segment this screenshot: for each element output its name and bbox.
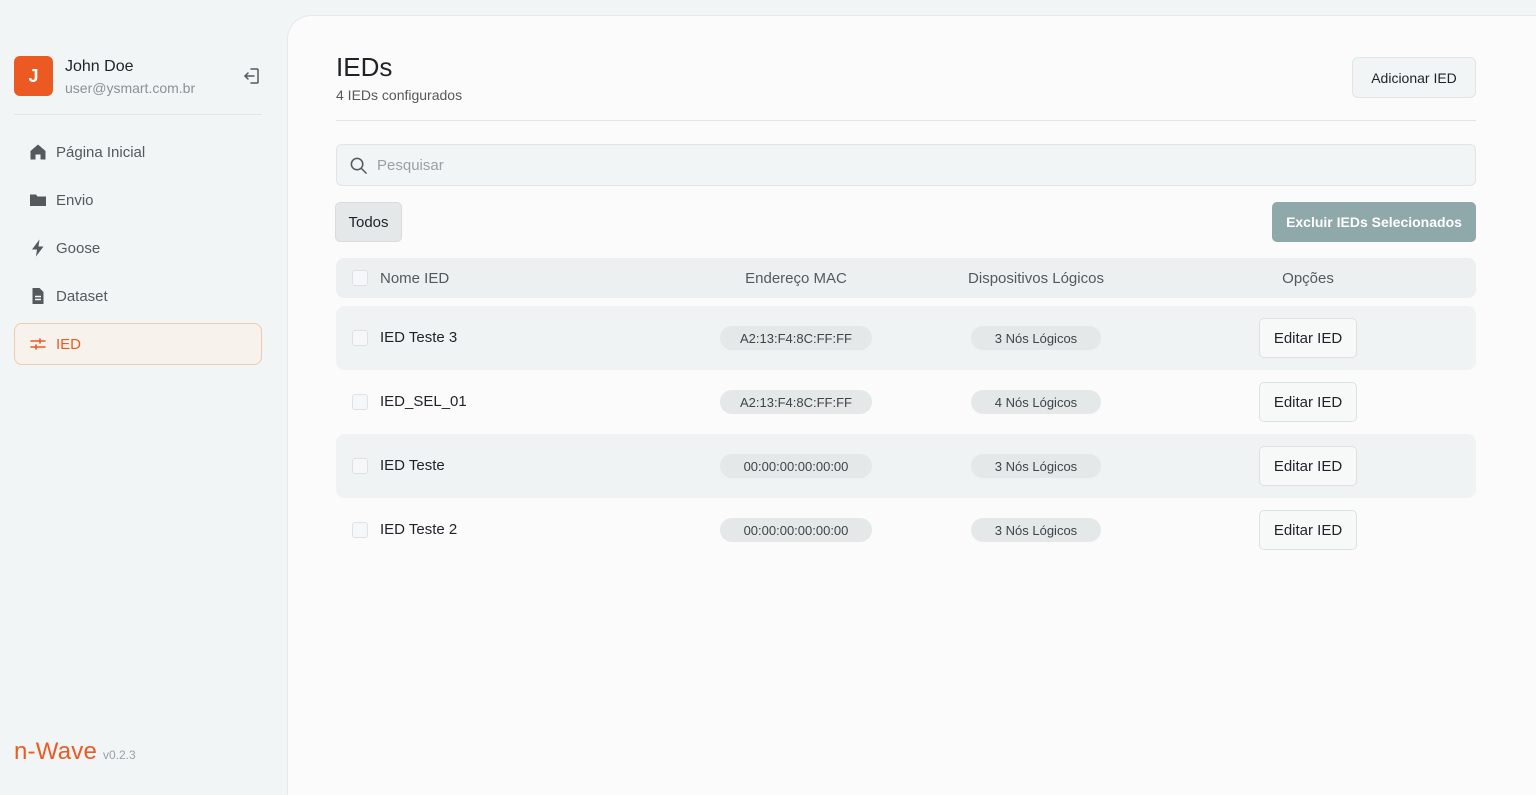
page-title: IEDs bbox=[336, 52, 393, 82]
row-checkbox[interactable] bbox=[352, 522, 368, 538]
sidebar-nav: Página Inicial Envio Goose Dataset IED bbox=[14, 131, 262, 371]
sidebar-item-dataset[interactable]: Dataset bbox=[14, 275, 262, 317]
delete-selected-button[interactable]: Excluir IEDs Selecionados bbox=[1272, 202, 1476, 242]
sidebar-item-label: Dataset bbox=[56, 287, 108, 305]
table-row: IED_SEL_01 A2:13:F4:8C:FF:FF 4 Nós Lógic… bbox=[336, 370, 1476, 434]
logical-nodes-badge: 3 Nós Lógicos bbox=[971, 326, 1101, 350]
folder-icon bbox=[30, 194, 46, 206]
search-bar bbox=[336, 144, 1476, 186]
document-icon bbox=[32, 288, 44, 304]
edit-ied-button[interactable]: Editar IED bbox=[1259, 382, 1357, 422]
app-version: v0.2.3 bbox=[103, 748, 136, 762]
sidebar-item-label: IED bbox=[56, 335, 82, 353]
logical-nodes-badge: 3 Nós Lógicos bbox=[971, 454, 1101, 478]
table-row: IED Teste 3 A2:13:F4:8C:FF:FF 3 Nós Lógi… bbox=[336, 306, 1476, 370]
row-checkbox[interactable] bbox=[352, 330, 368, 346]
sliders-icon bbox=[30, 338, 46, 350]
logical-nodes-badge: 3 Nós Lógicos bbox=[971, 518, 1101, 542]
avatar: J bbox=[14, 56, 53, 96]
search-input[interactable] bbox=[377, 145, 1467, 185]
ied-table: Nome IED Endereço MAC Dispositivos Lógic… bbox=[336, 258, 1476, 562]
column-header-options: Opções bbox=[1282, 270, 1334, 287]
sidebar: J John Doe user@ysmart.com.br Página Ini… bbox=[0, 0, 288, 786]
user-email: user@ysmart.com.br bbox=[65, 80, 196, 96]
column-header-mac: Endereço MAC bbox=[745, 270, 847, 287]
mac-address-badge: A2:13:F4:8C:FF:FF bbox=[720, 326, 872, 350]
edit-ied-button[interactable]: Editar IED bbox=[1259, 318, 1357, 358]
user-name: John Doe bbox=[65, 58, 134, 75]
sidebar-item-home[interactable]: Página Inicial bbox=[14, 131, 262, 173]
lightning-icon bbox=[32, 239, 44, 257]
edit-ied-button[interactable]: Editar IED bbox=[1259, 446, 1357, 486]
sidebar-item-ied[interactable]: IED bbox=[14, 323, 262, 365]
mac-address-badge: 00:00:00:00:00:00 bbox=[720, 454, 872, 478]
sidebar-divider bbox=[14, 114, 262, 115]
brand: n-Wave v0.2.3 bbox=[14, 738, 136, 766]
user-profile: J John Doe user@ysmart.com.br bbox=[14, 56, 262, 96]
sidebar-item-goose[interactable]: Goose bbox=[14, 227, 262, 269]
add-ied-button[interactable]: Adicionar IED bbox=[1352, 57, 1476, 98]
mac-address-badge: 00:00:00:00:00:00 bbox=[720, 518, 872, 542]
page-subtitle: 4 IEDs configurados bbox=[336, 87, 463, 103]
mac-address-badge: A2:13:F4:8C:FF:FF bbox=[720, 390, 872, 414]
filter-all-button[interactable]: Todos bbox=[335, 202, 402, 242]
sidebar-item-envio[interactable]: Envio bbox=[14, 179, 262, 221]
row-checkbox[interactable] bbox=[352, 394, 368, 410]
home-icon bbox=[30, 144, 46, 160]
logout-icon[interactable] bbox=[242, 66, 262, 86]
main-panel: IEDs 4 IEDs configurados Adicionar IED T… bbox=[287, 15, 1536, 795]
logical-nodes-badge: 4 Nós Lógicos bbox=[971, 390, 1101, 414]
sidebar-item-label: Goose bbox=[56, 239, 101, 257]
column-header-logical-devices: Dispositivos Lógicos bbox=[968, 270, 1104, 287]
sidebar-item-label: Envio bbox=[56, 191, 94, 209]
table-row: IED Teste 00:00:00:00:00:00 3 Nós Lógico… bbox=[336, 434, 1476, 498]
ied-name: IED_SEL_01 bbox=[380, 393, 467, 410]
column-header-name: Nome IED bbox=[380, 270, 450, 287]
sidebar-item-label: Página Inicial bbox=[56, 143, 146, 161]
header-divider bbox=[336, 120, 1476, 121]
ied-name: IED Teste 2 bbox=[380, 521, 458, 538]
brand-logo: n-Wave bbox=[14, 738, 97, 765]
select-all-checkbox[interactable] bbox=[352, 270, 368, 286]
table-header: Nome IED Endereço MAC Dispositivos Lógic… bbox=[336, 258, 1476, 298]
ied-name: IED Teste bbox=[380, 457, 445, 474]
row-checkbox[interactable] bbox=[352, 458, 368, 474]
ied-name: IED Teste 3 bbox=[380, 329, 458, 346]
edit-ied-button[interactable]: Editar IED bbox=[1259, 510, 1357, 550]
search-icon bbox=[350, 157, 367, 174]
table-row: IED Teste 2 00:00:00:00:00:00 3 Nós Lógi… bbox=[336, 498, 1476, 562]
